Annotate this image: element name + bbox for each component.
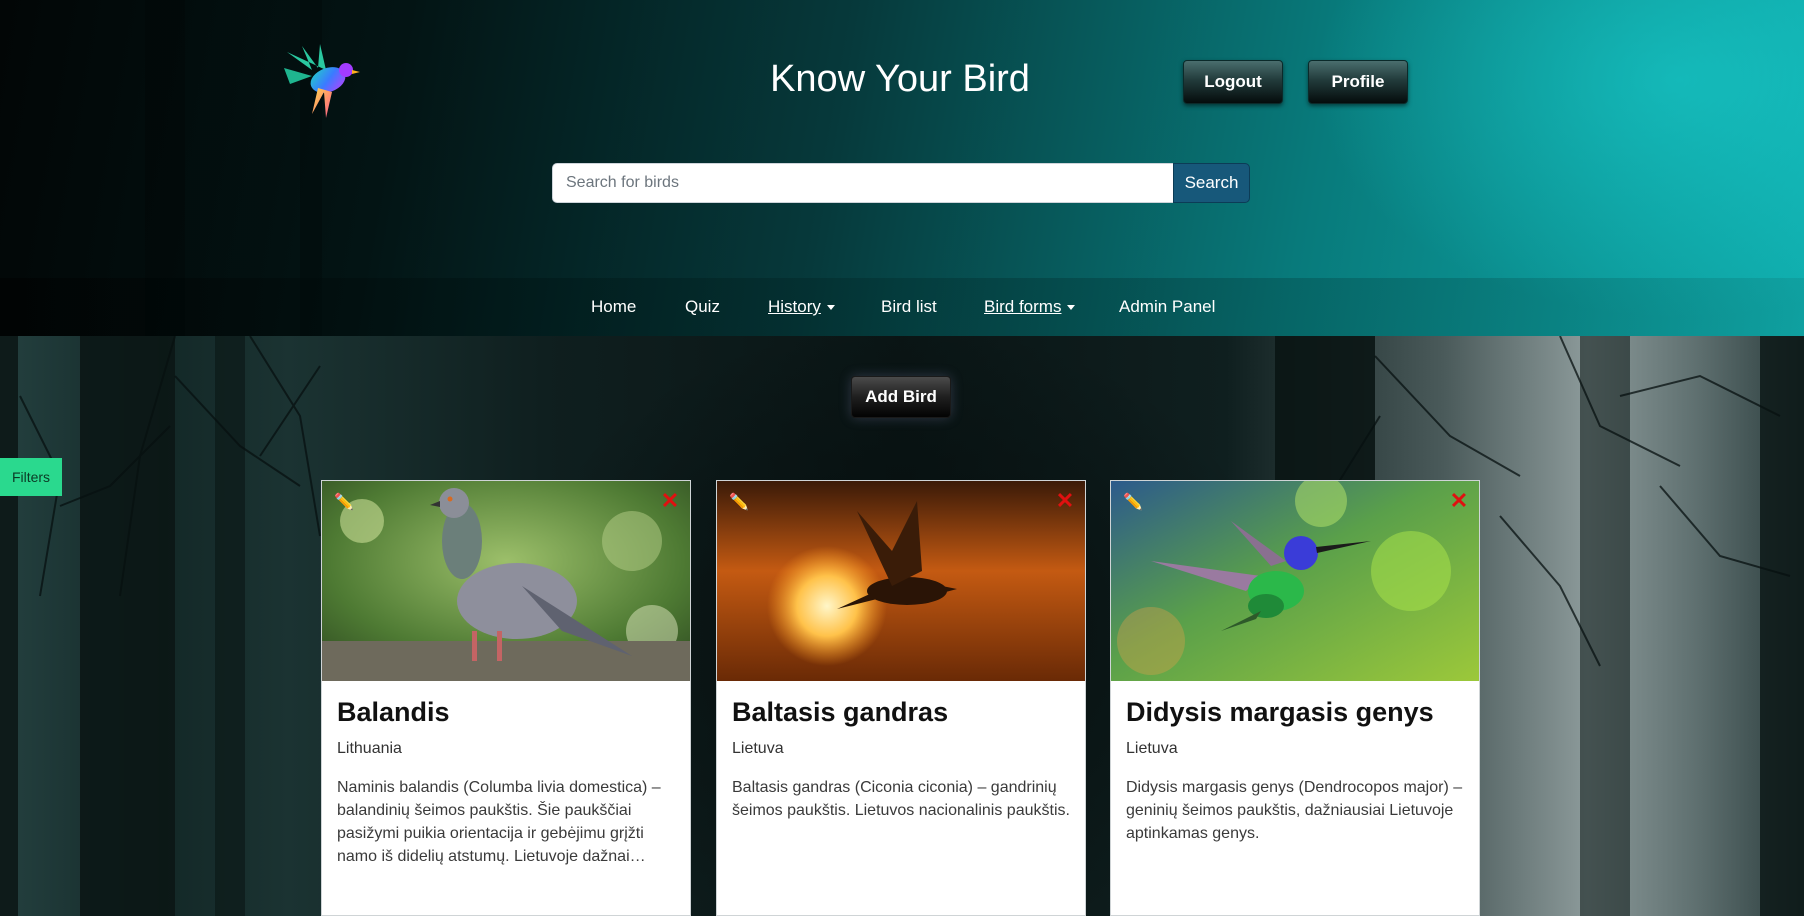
nav-item-label: Admin Panel xyxy=(1119,297,1216,316)
card-country: Lietuva xyxy=(732,740,784,757)
nav-item-label: Home xyxy=(591,297,637,316)
card-body: Didysis margasis genys Lietuva Didysis m… xyxy=(1126,695,1466,845)
pencil-icon[interactable]: ✏️ xyxy=(1123,493,1143,513)
bird-image-sunset-silhouette xyxy=(717,481,1085,681)
card-country: Lietuva xyxy=(1126,740,1178,757)
close-x-icon[interactable]: ✕ xyxy=(660,490,680,512)
bird-card[interactable]: ✏️ ✕ Didysis margasis genys Lietuva Didy… xyxy=(1110,480,1480,916)
close-x-icon[interactable]: ✕ xyxy=(1055,490,1075,512)
card-description: Didysis margasis genys (Dendrocopos majo… xyxy=(1126,779,1463,842)
nav-item-admin-panel[interactable]: Admin Panel xyxy=(1119,297,1215,317)
caret-down-icon xyxy=(826,304,835,310)
pencil-icon[interactable]: ✏️ xyxy=(729,493,749,513)
site-title: Know Your Bird xyxy=(770,58,1030,100)
nav-item-label: History xyxy=(768,297,821,316)
nav-item-label: Bird forms xyxy=(984,297,1062,316)
close-x-icon[interactable]: ✕ xyxy=(1449,490,1469,512)
main-nav: Home Quiz History Bird list Bird forms A… xyxy=(0,278,1804,336)
pencil-icon[interactable]: ✏️ xyxy=(334,493,354,513)
card-country: Lithuania xyxy=(337,740,402,757)
caret-down-icon xyxy=(1067,304,1076,310)
bird-image-pigeon xyxy=(322,481,690,681)
search-bar: Search xyxy=(552,163,1250,203)
bird-card[interactable]: ✏️ ✕ Baltasis gandras Lietuva Baltasis g… xyxy=(716,480,1086,916)
add-bird-button[interactable]: Add Bird xyxy=(851,376,951,418)
search-input[interactable] xyxy=(552,163,1173,203)
card-body: Baltasis gandras Lietuva Baltasis gandra… xyxy=(732,695,1072,822)
nav-item-home[interactable]: Home xyxy=(591,297,636,317)
nav-item-label: Quiz xyxy=(685,297,720,316)
card-description: Baltasis gandras (Ciconia ciconia) – gan… xyxy=(732,779,1070,819)
card-title: Didysis margasis genys xyxy=(1126,697,1434,727)
card-description: Naminis balandis (Columba livia domestic… xyxy=(337,779,661,865)
nav-item-bird-forms-dropdown[interactable]: Bird forms xyxy=(984,297,1076,317)
nav-item-bird-list[interactable]: Bird list xyxy=(881,297,937,317)
site-logo[interactable] xyxy=(282,40,362,122)
bird-card[interactable]: ✏️ ✕ Balandis Lithuania Naminis balandis… xyxy=(321,480,691,916)
nav-item-label: Bird list xyxy=(881,297,937,316)
nav-item-history-dropdown[interactable]: History xyxy=(768,297,835,317)
bird-image-hummingbird xyxy=(1111,481,1479,681)
logout-button[interactable]: Logout xyxy=(1183,60,1283,104)
search-button[interactable]: Search xyxy=(1173,163,1250,203)
card-body: Balandis Lithuania Naminis balandis (Col… xyxy=(337,695,677,868)
filters-toggle[interactable]: Filters xyxy=(0,458,62,496)
profile-button[interactable]: Profile xyxy=(1308,60,1408,104)
card-title: Baltasis gandras xyxy=(732,697,949,727)
card-title: Balandis xyxy=(337,697,450,727)
nav-item-quiz[interactable]: Quiz xyxy=(685,297,720,317)
